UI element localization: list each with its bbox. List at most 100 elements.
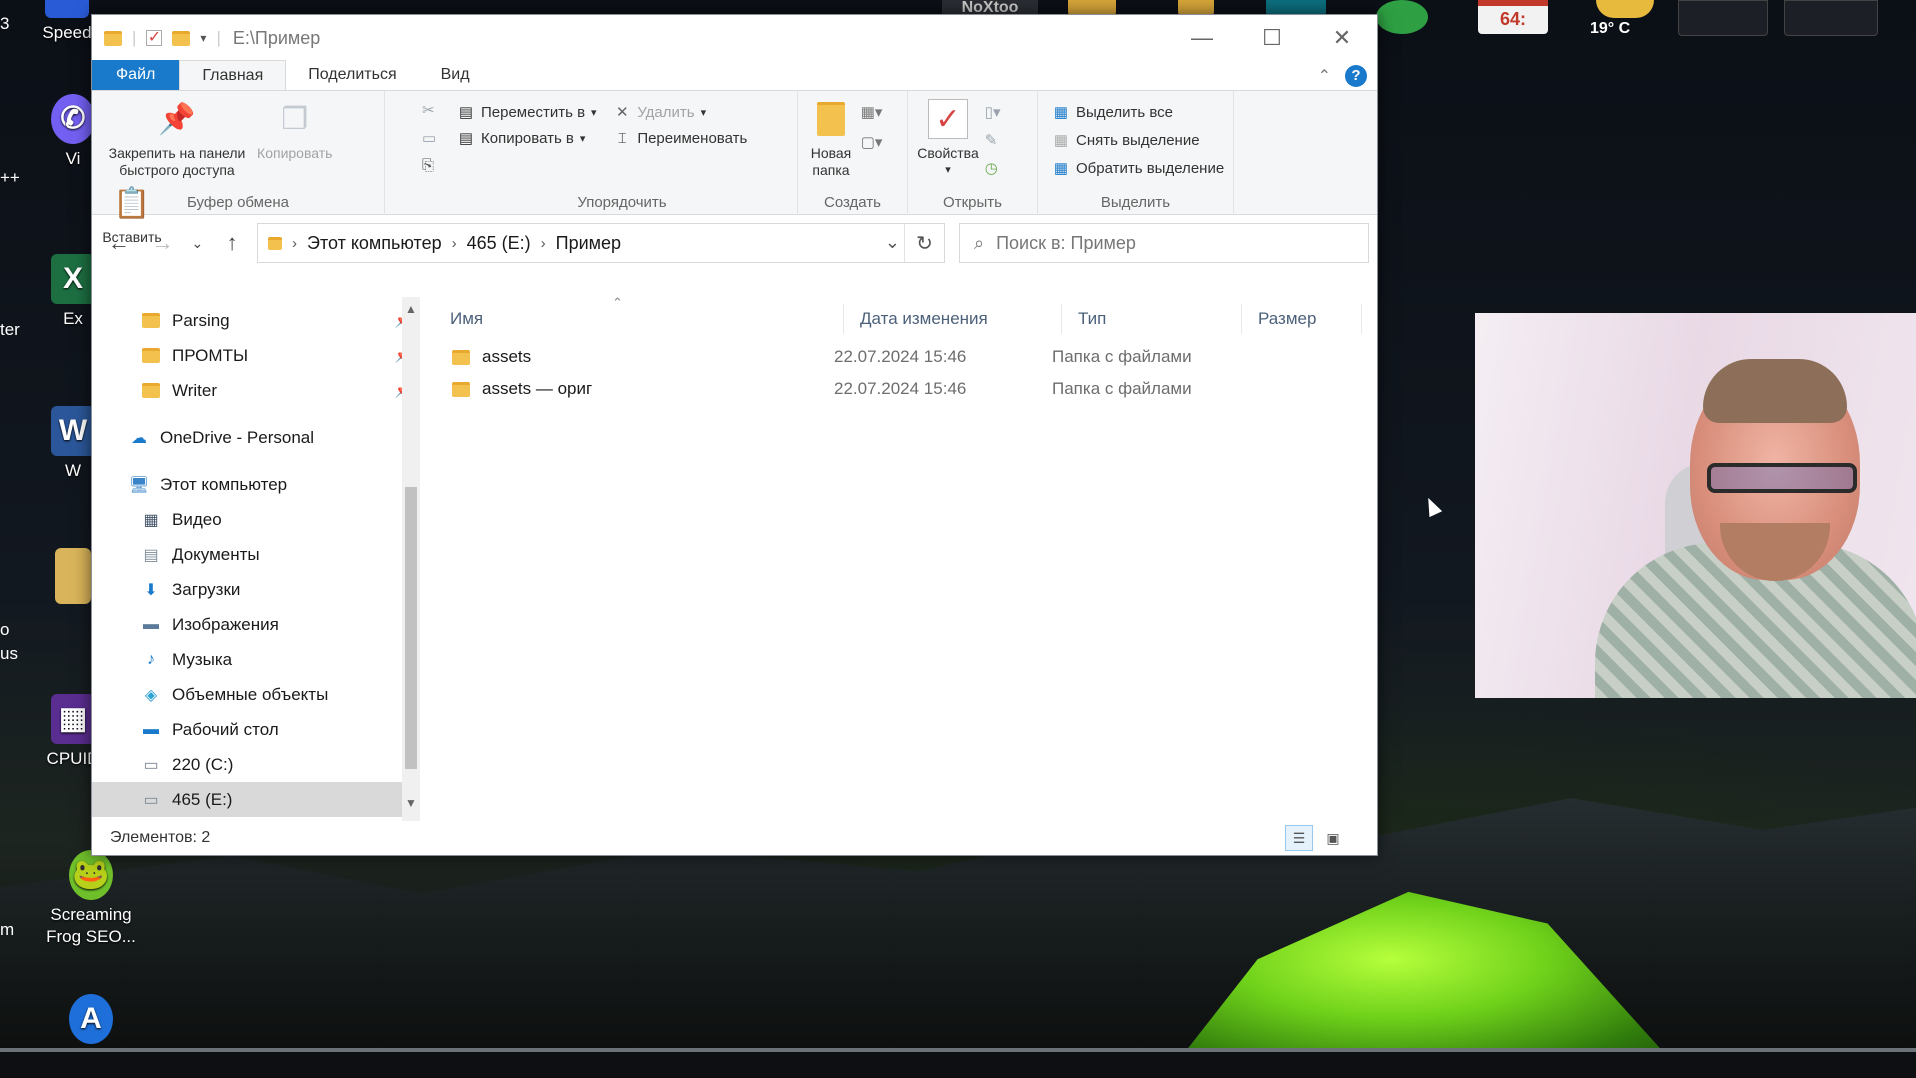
invert-selection-button[interactable]: ▦ Обратить выделение bbox=[1052, 159, 1225, 178]
up-button[interactable]: ↑ bbox=[213, 225, 251, 261]
pin-quick-access-button[interactable]: 📌 Закрепить на панели быстрого доступа bbox=[100, 97, 254, 181]
select-none-label: Снять выделение bbox=[1076, 131, 1200, 149]
search-icon: ⌕ bbox=[974, 232, 985, 253]
nav-item-writer[interactable]: Writer📌 bbox=[92, 373, 420, 408]
nav-label: Parsing bbox=[172, 310, 230, 330]
invert-selection-label: Обратить выделение bbox=[1076, 159, 1225, 177]
properties-button[interactable]: ✓ Свойства ▾ bbox=[916, 97, 980, 181]
nav-item-drive-e[interactable]: ▭ 465 (E:) bbox=[92, 782, 420, 817]
nav-label: Writer bbox=[172, 380, 218, 400]
address-dropdown-icon[interactable]: ⌄ bbox=[885, 232, 900, 253]
select-all-button[interactable]: ▦ Выделить все bbox=[1052, 103, 1224, 122]
copy-button[interactable]: ❐ Копировать bbox=[257, 97, 332, 164]
file-row[interactable]: assets 22.07.2024 15:46 Папка с файлами bbox=[434, 341, 1377, 373]
nav-item-3d-objects[interactable]: ◈ Объемные объекты bbox=[92, 677, 420, 712]
excel-icon: X bbox=[51, 254, 95, 304]
calendar-widget-icon[interactable]: 64: bbox=[1478, 0, 1548, 34]
properties-label: Свойства bbox=[917, 145, 979, 161]
history-icon[interactable]: ◷ bbox=[985, 159, 1001, 177]
title-bar[interactable]: | ✓ ▾ | E:\Пример — ☐ ✕ bbox=[92, 15, 1377, 61]
nav-item-pictures[interactable]: ▬ Изображения bbox=[92, 607, 420, 642]
delete-button[interactable]: ✕ Удалить ▾ bbox=[613, 103, 747, 122]
tab-view[interactable]: Вид bbox=[419, 60, 492, 90]
computer-icon: 🖥 bbox=[128, 476, 150, 494]
ribbon-tabs: Файл Главная Поделиться Вид ⌃ ? bbox=[92, 60, 1377, 91]
column-date-modified[interactable]: Дата изменения bbox=[844, 304, 1062, 334]
folder-icon bbox=[268, 236, 282, 250]
copy-path-icon[interactable]: ▭ bbox=[422, 129, 436, 147]
scroll-down-icon[interactable]: ▼ bbox=[402, 791, 420, 815]
recent-locations-button[interactable]: ⌄ bbox=[187, 225, 207, 261]
desktop-icon-label: Screaming Frog SEO... bbox=[46, 905, 136, 946]
new-folder-icon[interactable] bbox=[172, 30, 191, 46]
nav-item-video[interactable]: ▦ Видео bbox=[92, 502, 420, 537]
scroll-thumb[interactable] bbox=[405, 487, 417, 769]
nav-item-drive-c[interactable]: ▭ 220 (C:) bbox=[92, 747, 420, 782]
search-box[interactable]: ⌕ Поиск в: Пример bbox=[959, 223, 1369, 263]
group-label: Создать bbox=[823, 194, 881, 211]
phone-widget-icon[interactable] bbox=[1376, 0, 1428, 34]
chevron-right-icon[interactable]: › bbox=[292, 235, 297, 252]
sort-ascending-icon: ⌃ bbox=[612, 295, 623, 310]
word-icon: W bbox=[51, 406, 95, 456]
scroll-up-icon[interactable]: ▲ bbox=[402, 297, 420, 321]
move-to-button[interactable]: ▤ Переместить в ▾ bbox=[457, 103, 597, 122]
address-bar[interactable]: › Этот компьютер › 465 (E:) › Пример ⌄ ↻ bbox=[257, 223, 945, 263]
minimize-button[interactable]: — bbox=[1167, 15, 1237, 61]
breadcrumb-this-pc[interactable]: Этот компьютер bbox=[307, 233, 442, 254]
calendar-value: 64: bbox=[1499, 9, 1526, 29]
video-icon: ▦ bbox=[143, 511, 159, 529]
maximize-button[interactable]: ☐ bbox=[1237, 15, 1307, 61]
pin-label: Закрепить на панели bbox=[108, 145, 246, 161]
properties-check-icon[interactable]: ✓ bbox=[146, 30, 163, 46]
desktop-icon-blue-app[interactable]: A bbox=[46, 994, 136, 1048]
nav-item-music[interactable]: ♪ Музыка bbox=[92, 642, 420, 677]
cut-icon[interactable]: ✂ bbox=[422, 101, 436, 119]
search-placeholder: Поиск в: Пример bbox=[996, 232, 1136, 253]
tab-share[interactable]: Поделиться bbox=[286, 60, 418, 90]
copy-to-icon: ▤ bbox=[458, 130, 474, 147]
large-icons-view-icon[interactable]: ▣ bbox=[1319, 825, 1347, 851]
nav-item-promty[interactable]: ПРОМТЫ📌 bbox=[92, 338, 420, 373]
nav-item-this-pc[interactable]: 🖥 Этот компьютер bbox=[92, 467, 420, 502]
nav-item-onedrive[interactable]: ☁ OneDrive - Personal bbox=[92, 420, 420, 455]
details-view-icon[interactable]: ☰ bbox=[1285, 825, 1313, 851]
column-name[interactable]: Имя bbox=[434, 304, 844, 334]
desktop-icon-screaming-frog[interactable]: 🐸 Screaming Frog SEO... bbox=[46, 850, 136, 948]
tab-home[interactable]: Главная bbox=[179, 60, 287, 90]
column-size[interactable]: Размер bbox=[1242, 304, 1362, 334]
desktop-icon-label: Speed bbox=[42, 23, 92, 42]
paste-shortcut-icon[interactable]: ⎘ bbox=[422, 157, 436, 174]
breadcrumb-drive-e[interactable]: 465 (E:) bbox=[467, 233, 531, 254]
nav-item-desktop[interactable]: ▬ Рабочий стол bbox=[92, 712, 420, 747]
file-row[interactable]: assets — ориг 22.07.2024 15:46 Папка с ф… bbox=[434, 373, 1377, 405]
select-none-button[interactable]: ▦ Снять выделение bbox=[1052, 131, 1224, 150]
edit-icon[interactable]: ✎ bbox=[985, 131, 1001, 149]
folder-icon bbox=[452, 381, 470, 397]
folder-icon bbox=[140, 383, 162, 398]
chevron-right-icon[interactable]: › bbox=[452, 235, 457, 252]
nav-item-documents[interactable]: ▤ Документы bbox=[92, 537, 420, 572]
rename-button[interactable]: ⌶ Переименовать bbox=[613, 129, 747, 147]
breadcrumb-current[interactable]: Пример bbox=[556, 233, 621, 254]
chevron-right-icon[interactable]: › bbox=[541, 235, 546, 252]
edge-label: o bbox=[0, 620, 10, 639]
nav-item-downloads[interactable]: ⬇ Загрузки bbox=[92, 572, 420, 607]
close-button[interactable]: ✕ bbox=[1307, 15, 1377, 61]
help-icon[interactable]: ? bbox=[1345, 65, 1367, 87]
column-type[interactable]: Тип bbox=[1062, 304, 1242, 334]
open-icon[interactable]: ▯▾ bbox=[985, 103, 1001, 121]
new-folder-button[interactable]: Новая папка bbox=[806, 97, 856, 181]
screaming-frog-icon: 🐸 bbox=[69, 850, 113, 900]
paste-button[interactable]: 📋 Вставить bbox=[100, 181, 164, 248]
refresh-icon[interactable]: ↻ bbox=[904, 224, 944, 262]
easy-access-icon[interactable]: ▢▾ bbox=[861, 133, 883, 151]
collapse-ribbon-icon[interactable]: ⌃ bbox=[1318, 66, 1331, 86]
nav-item-parsing[interactable]: Parsing📌 bbox=[92, 303, 420, 338]
tab-file[interactable]: Файл bbox=[92, 60, 180, 90]
customize-dropdown-icon[interactable]: ▾ bbox=[200, 31, 206, 45]
nav-label: OneDrive - Personal bbox=[160, 427, 315, 447]
copy-to-button[interactable]: ▤ Копировать в ▾ bbox=[457, 129, 597, 148]
nav-scrollbar[interactable]: ▲ ▼ bbox=[402, 297, 420, 821]
new-item-icon[interactable]: ▦▾ bbox=[861, 103, 883, 121]
